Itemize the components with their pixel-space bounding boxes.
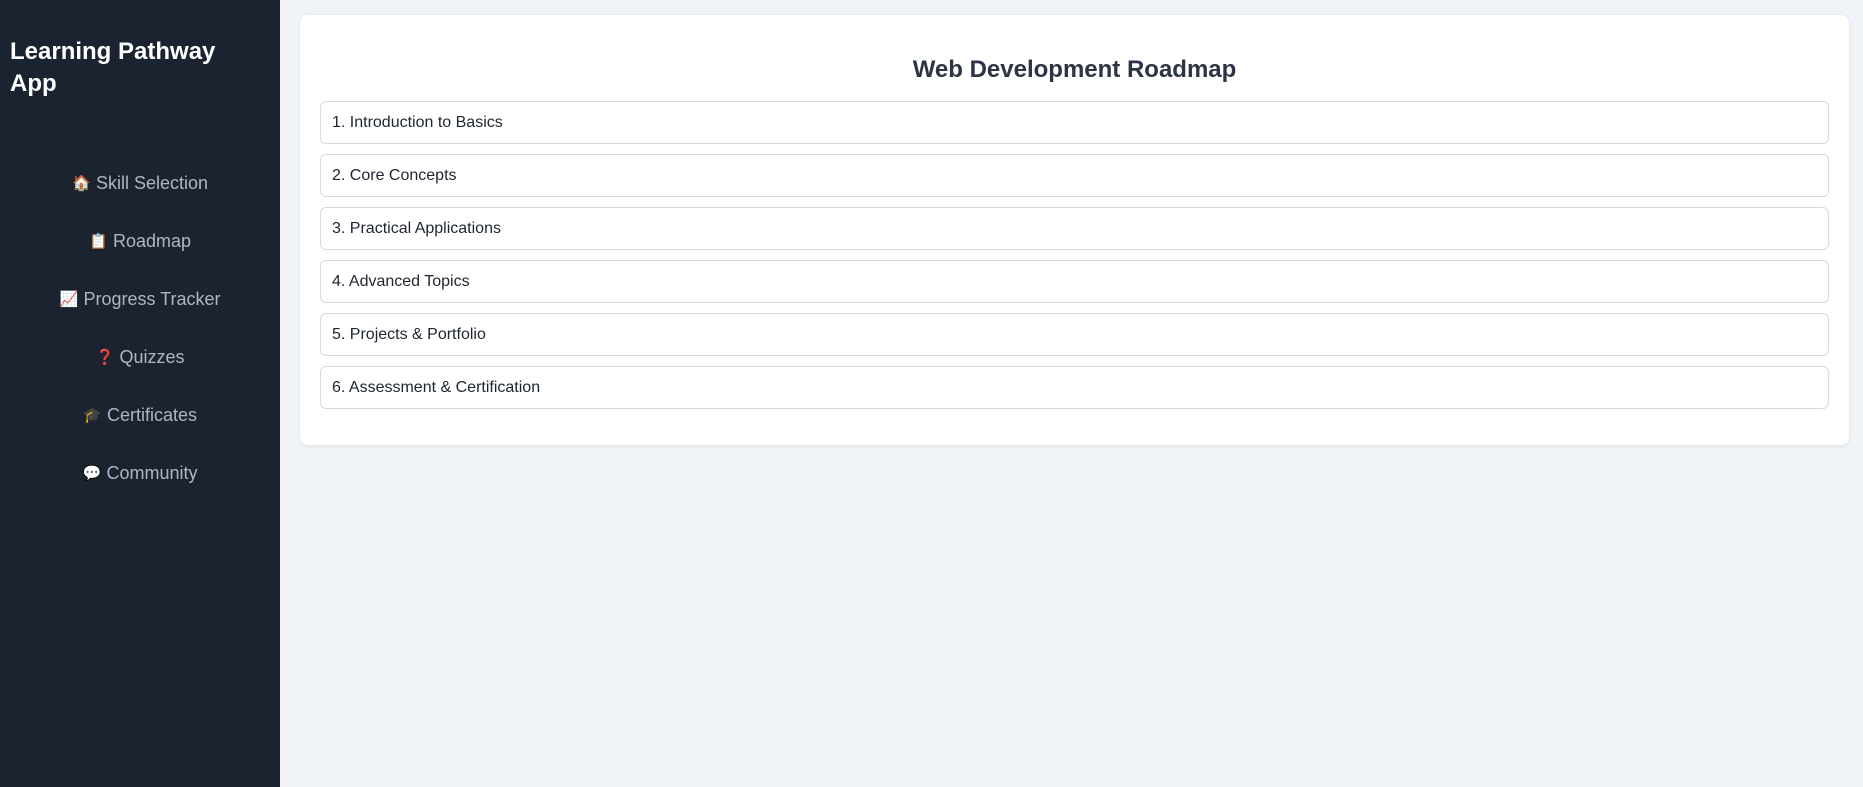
roadmap-step[interactable]: 5. Projects & Portfolio	[320, 313, 1829, 356]
app-title: Learning Pathway App	[10, 38, 216, 97]
app-shell: Learning Pathway App 🏠 Skill Selection 📋…	[0, 0, 1863, 787]
roadmap-step[interactable]: 1. Introduction to Basics	[320, 101, 1829, 144]
chart-icon: 📈	[59, 291, 79, 308]
sidebar: Learning Pathway App 🏠 Skill Selection 📋…	[0, 0, 280, 787]
roadmap-step[interactable]: 2. Core Concepts	[320, 154, 1829, 197]
sidebar-item-label: Certificates	[106, 404, 198, 425]
graduation-cap-icon: 🎓	[82, 407, 102, 424]
sidebar-item-progress-tracker[interactable]: 📈 Progress Tracker	[10, 270, 270, 328]
sidebar-item-label: Progress Tracker	[83, 288, 221, 309]
roadmap-step[interactable]: 4. Advanced Topics	[320, 260, 1829, 303]
sidebar-item-roadmap[interactable]: 📋 Roadmap	[10, 212, 270, 270]
roadmap-step[interactable]: 6. Assessment & Certification	[320, 366, 1829, 409]
sidebar-item-quizzes[interactable]: ❓ Quizzes	[10, 328, 270, 386]
sidebar-item-label: Skill Selection	[95, 172, 209, 193]
sidebar-nav: 🏠 Skill Selection 📋 Roadmap 📈 Progress T…	[10, 154, 270, 502]
page-title: Web Development Roadmap	[912, 56, 1237, 83]
sidebar-item-skill-selection[interactable]: 🏠 Skill Selection	[10, 154, 270, 212]
sidebar-item-label: Community	[106, 462, 198, 483]
sidebar-item-label: Quizzes	[119, 346, 185, 367]
sidebar-item-certificates[interactable]: 🎓 Certificates	[10, 386, 270, 444]
sidebar-item-community[interactable]: 💬 Community	[10, 444, 270, 502]
main-content: Web Development Roadmap 1. Introduction …	[280, 0, 1863, 787]
clipboard-icon: 📋	[88, 233, 108, 250]
roadmap-card: Web Development Roadmap 1. Introduction …	[300, 15, 1849, 445]
home-icon: 🏠	[71, 175, 91, 192]
speech-bubble-icon: 💬	[82, 465, 102, 482]
sidebar-item-label: Roadmap	[112, 230, 192, 251]
question-icon: ❓	[95, 349, 115, 366]
roadmap-step[interactable]: 3. Practical Applications	[320, 207, 1829, 250]
